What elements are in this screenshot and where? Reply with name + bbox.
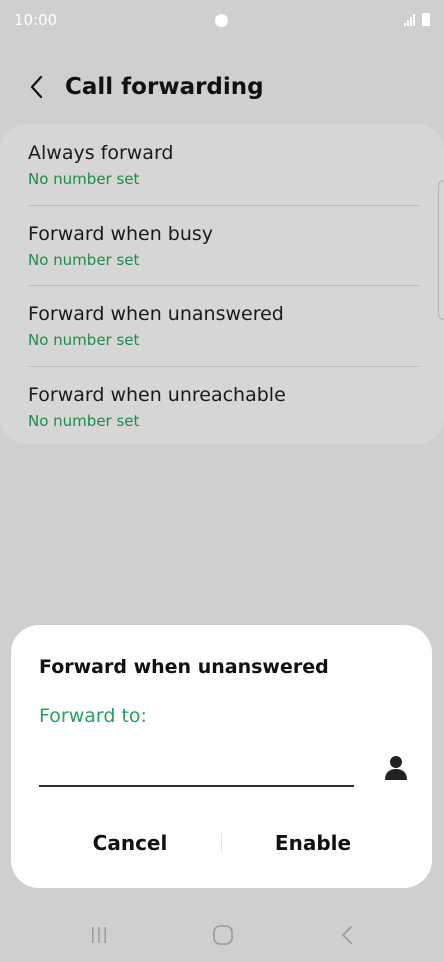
navigation-bar [0,910,444,962]
option-forward-when-unreachable[interactable]: Forward when unreachable No number set [28,366,420,446]
option-subtitle: No number set [28,170,140,188]
forwarding-options-card: Always forward No number set Forward whe… [0,124,444,444]
forward-number-input[interactable] [39,745,354,787]
recents-icon [92,927,106,943]
forward-to-label: Forward to: [39,705,147,727]
cancel-button[interactable]: Cancel [39,823,221,863]
option-forward-when-busy[interactable]: Forward when busy No number set [28,205,420,285]
battery-icon [422,13,430,26]
camera-dot-icon [215,14,228,27]
back-arrow-icon [30,75,43,99]
option-title: Forward when busy [28,223,214,245]
option-title: Always forward [28,142,174,164]
app-header: Call forwarding [0,66,444,110]
contact-picker-button[interactable] [381,753,411,783]
signal-icon [404,14,415,26]
home-button[interactable] [208,922,238,948]
recents-button[interactable] [84,922,114,948]
back-button[interactable] [22,72,52,102]
forward-dialog: Forward when unanswered Forward to: Canc… [11,625,432,888]
option-subtitle: No number set [28,412,140,430]
scroll-handle[interactable] [438,180,444,320]
nav-back-button[interactable] [332,922,362,948]
status-time: 10:00 [14,11,58,29]
dialog-title: Forward when unanswered [39,656,329,678]
option-title: Forward when unanswered [28,303,284,325]
option-subtitle: No number set [28,331,140,349]
home-icon [213,925,233,945]
option-always-forward[interactable]: Always forward No number set [28,124,420,204]
contact-person-icon [385,756,407,780]
nav-back-icon [342,926,352,944]
page-title: Call forwarding [65,74,264,100]
option-title: Forward when unreachable [28,384,286,406]
enable-button[interactable]: Enable [222,823,404,863]
option-forward-when-unanswered[interactable]: Forward when unanswered No number set [28,285,420,365]
option-subtitle: No number set [28,251,140,269]
status-bar: 10:00 [0,0,444,40]
